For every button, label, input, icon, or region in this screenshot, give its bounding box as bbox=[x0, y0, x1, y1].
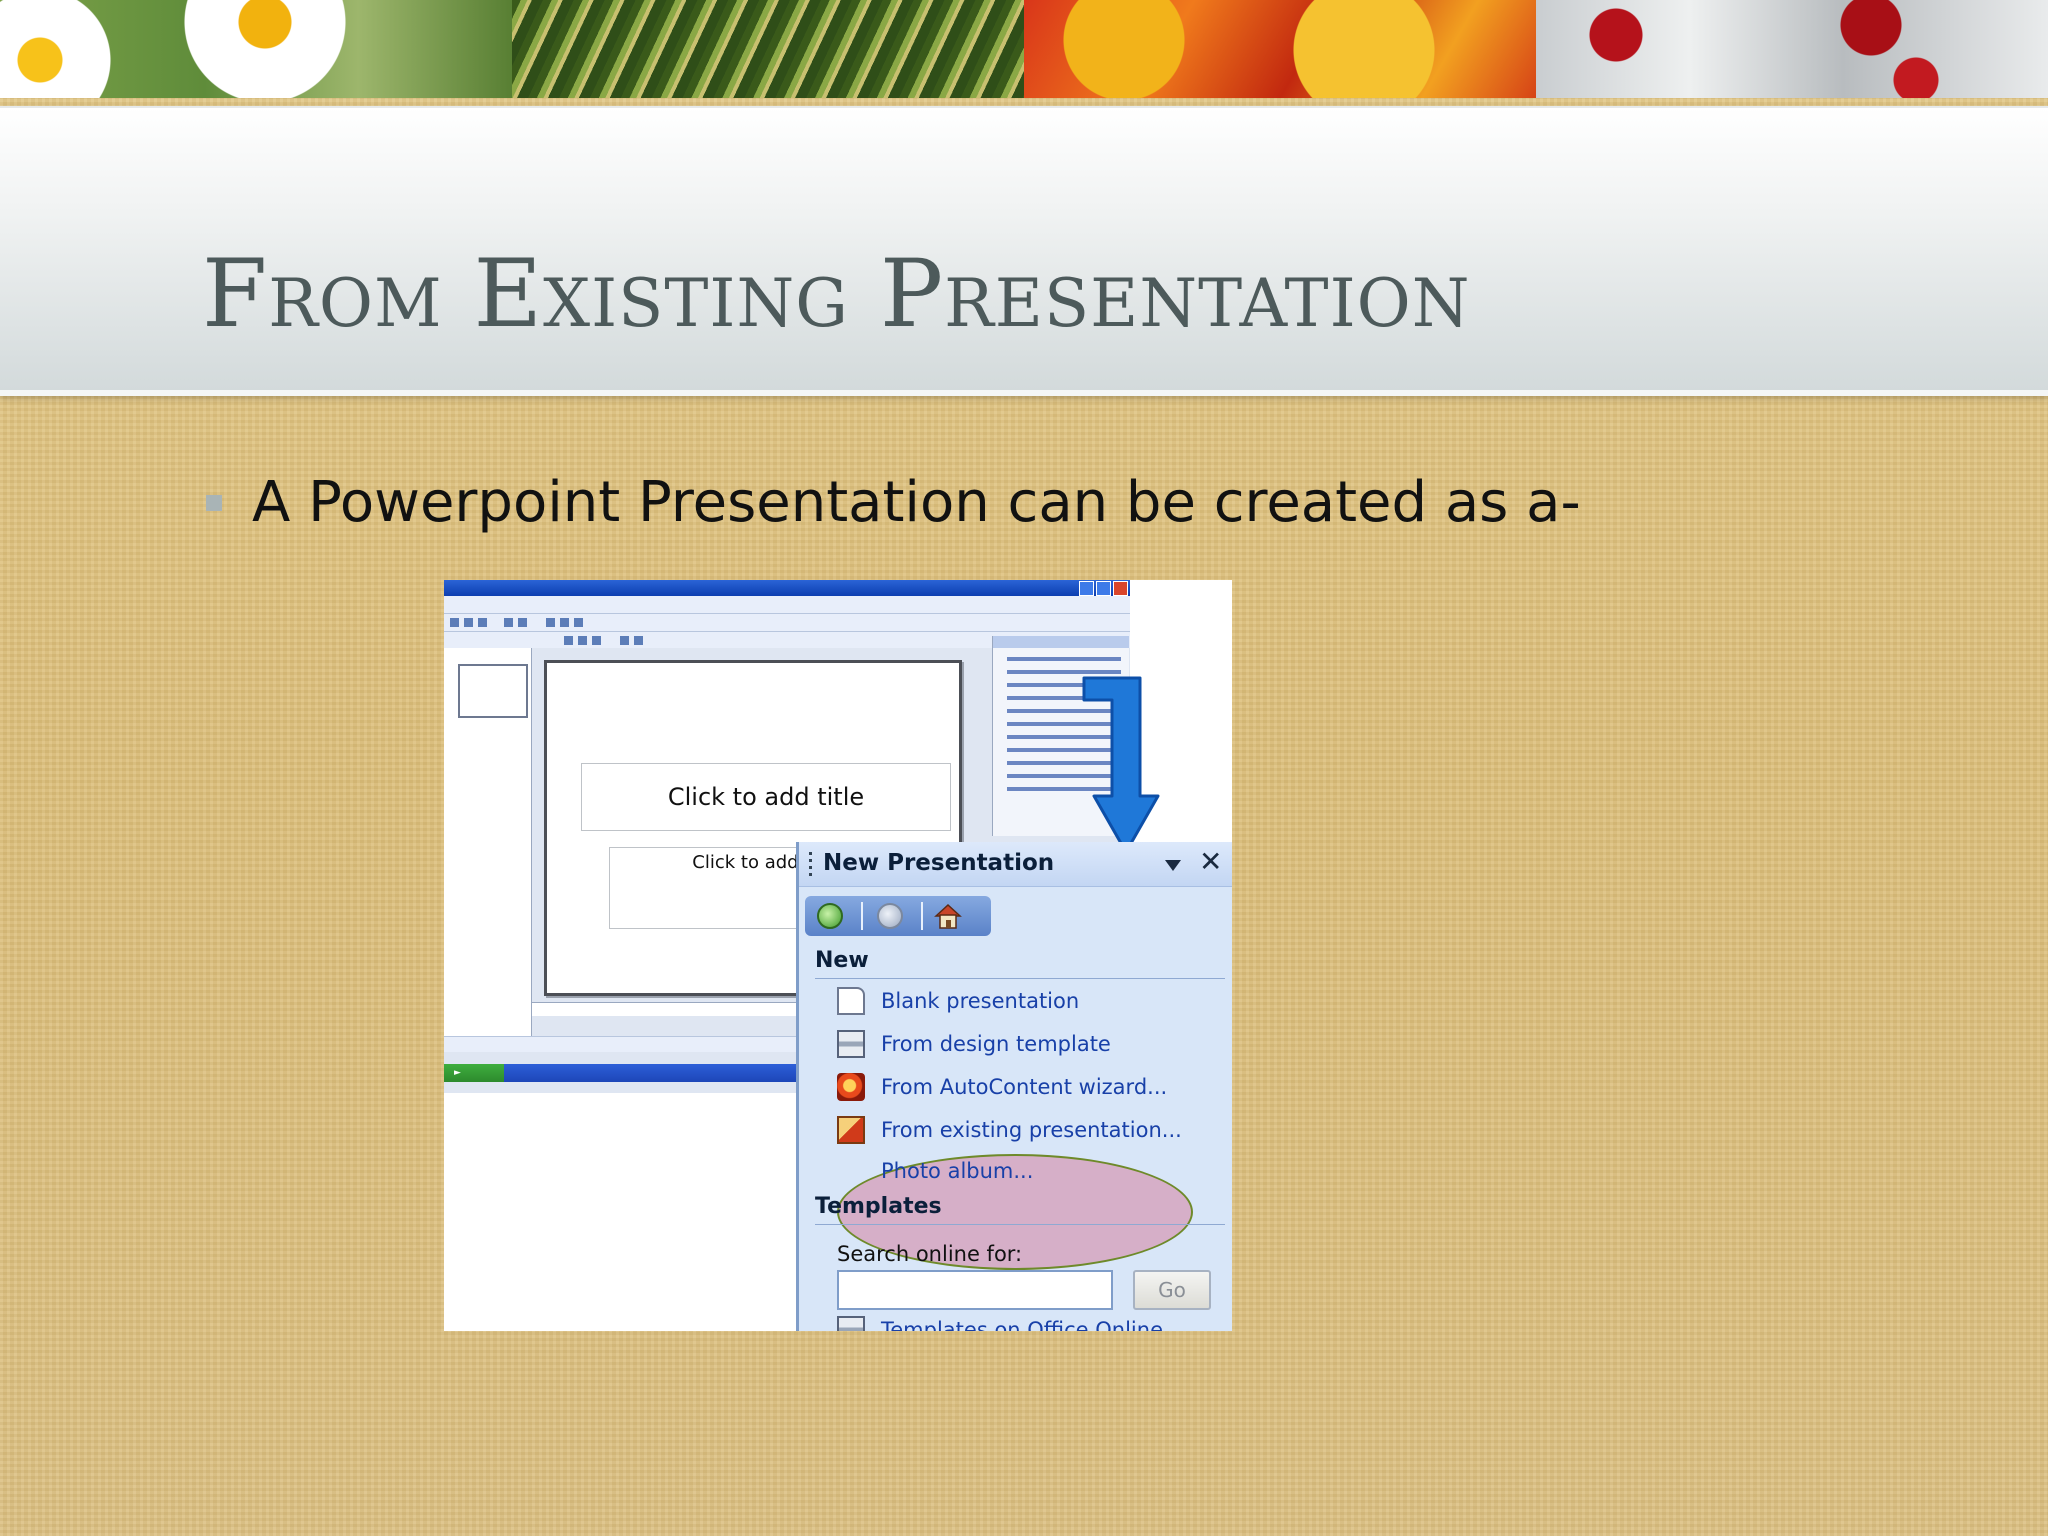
seasonal-photo-banner bbox=[0, 0, 2048, 98]
home-icon[interactable] bbox=[933, 902, 963, 930]
task-pane-item-label: Templates on Office Online bbox=[881, 1318, 1163, 1331]
slide-thumbnail bbox=[458, 664, 528, 718]
menu-bar bbox=[444, 596, 1130, 614]
photo-album-link[interactable]: Photo album... bbox=[837, 1154, 1033, 1188]
palm-leaf-photo bbox=[512, 0, 1024, 98]
task-pane-title: New Presentation bbox=[823, 850, 1055, 876]
task-pane-item-label: From design template bbox=[881, 1032, 1111, 1056]
open-icon bbox=[464, 618, 473, 627]
bullet-marker bbox=[206, 495, 222, 511]
window-titlebar bbox=[444, 580, 1130, 596]
save-icon bbox=[478, 618, 487, 627]
maximize-icon bbox=[1096, 581, 1111, 596]
section-divider bbox=[815, 978, 1225, 979]
underline-icon bbox=[592, 636, 601, 645]
copy-icon bbox=[560, 618, 569, 627]
search-online-input[interactable] bbox=[837, 1270, 1113, 1310]
section-heading-templates: Templates bbox=[815, 1194, 942, 1219]
nav-separator bbox=[861, 902, 863, 930]
start-button: ► bbox=[444, 1064, 504, 1082]
task-pane-item-label: Photo album... bbox=[881, 1159, 1034, 1183]
italic-icon bbox=[578, 636, 587, 645]
task-pane-nav-bar bbox=[805, 896, 991, 936]
window-controls bbox=[1079, 581, 1128, 596]
blank-document-icon bbox=[837, 987, 865, 1015]
bullet-text: A Powerpoint Presentation can be created… bbox=[252, 470, 1581, 535]
winter-berries-photo bbox=[1536, 0, 2048, 98]
grip-handle-icon[interactable] bbox=[809, 852, 812, 878]
section-heading-new: New bbox=[815, 948, 869, 973]
minimize-icon bbox=[1079, 581, 1094, 596]
office-online-icon bbox=[837, 1316, 865, 1331]
close-icon[interactable]: ✕ bbox=[1199, 848, 1222, 876]
small-task-pane-line bbox=[1007, 670, 1121, 674]
preview-icon bbox=[518, 618, 527, 627]
task-pane-item-label: From AutoContent wizard... bbox=[881, 1075, 1168, 1099]
search-online-label: Search online for: bbox=[837, 1242, 1023, 1266]
existing-presentation-link[interactable]: From existing presentation... bbox=[837, 1113, 1182, 1147]
design-template-link[interactable]: From design template bbox=[837, 1027, 1111, 1061]
autumn-leaves-photo bbox=[1024, 0, 1536, 98]
close-window-icon bbox=[1113, 581, 1128, 596]
forward-arrow-icon[interactable] bbox=[877, 903, 903, 929]
autocontent-wizard-link[interactable]: From AutoContent wizard... bbox=[837, 1070, 1167, 1104]
new-presentation-task-pane: New Presentation ✕ New Blank presentatio… bbox=[796, 842, 1232, 1331]
task-pane-header: New Presentation ✕ bbox=[799, 842, 1232, 887]
slides-pane bbox=[444, 648, 532, 1053]
small-task-pane-header bbox=[993, 636, 1129, 648]
task-pane-item-label: Blank presentation bbox=[881, 989, 1080, 1013]
section-divider bbox=[815, 1224, 1225, 1225]
design-template-icon bbox=[837, 1030, 865, 1058]
paste-icon bbox=[574, 618, 583, 627]
align-center-icon bbox=[634, 636, 643, 645]
back-arrow-icon[interactable] bbox=[817, 903, 843, 929]
slide-title: From Existing Presentation bbox=[202, 240, 1471, 349]
new-icon bbox=[450, 618, 459, 627]
templates-office-online-link[interactable]: Templates on Office Online bbox=[837, 1316, 1163, 1331]
align-left-icon bbox=[620, 636, 629, 645]
autocontent-wizard-icon bbox=[837, 1073, 865, 1101]
existing-presentation-icon bbox=[837, 1116, 865, 1144]
bold-icon bbox=[564, 636, 573, 645]
go-button[interactable]: Go bbox=[1133, 1270, 1211, 1310]
nav-separator bbox=[921, 902, 923, 930]
dropdown-caret-icon[interactable] bbox=[1165, 860, 1181, 871]
small-task-pane-line bbox=[1007, 657, 1121, 661]
blank-presentation-link[interactable]: Blank presentation bbox=[837, 984, 1079, 1018]
cut-icon bbox=[546, 618, 555, 627]
print-icon bbox=[504, 618, 513, 627]
powerpoint-screenshot: Click to add title Click to add s ► New … bbox=[444, 580, 1232, 1331]
down-arrow-icon bbox=[1082, 676, 1160, 854]
standard-toolbar bbox=[444, 614, 1130, 632]
daisy-photo bbox=[0, 0, 512, 98]
title-placeholder: Click to add title bbox=[581, 763, 951, 831]
task-pane-item-label: From existing presentation... bbox=[881, 1118, 1182, 1142]
